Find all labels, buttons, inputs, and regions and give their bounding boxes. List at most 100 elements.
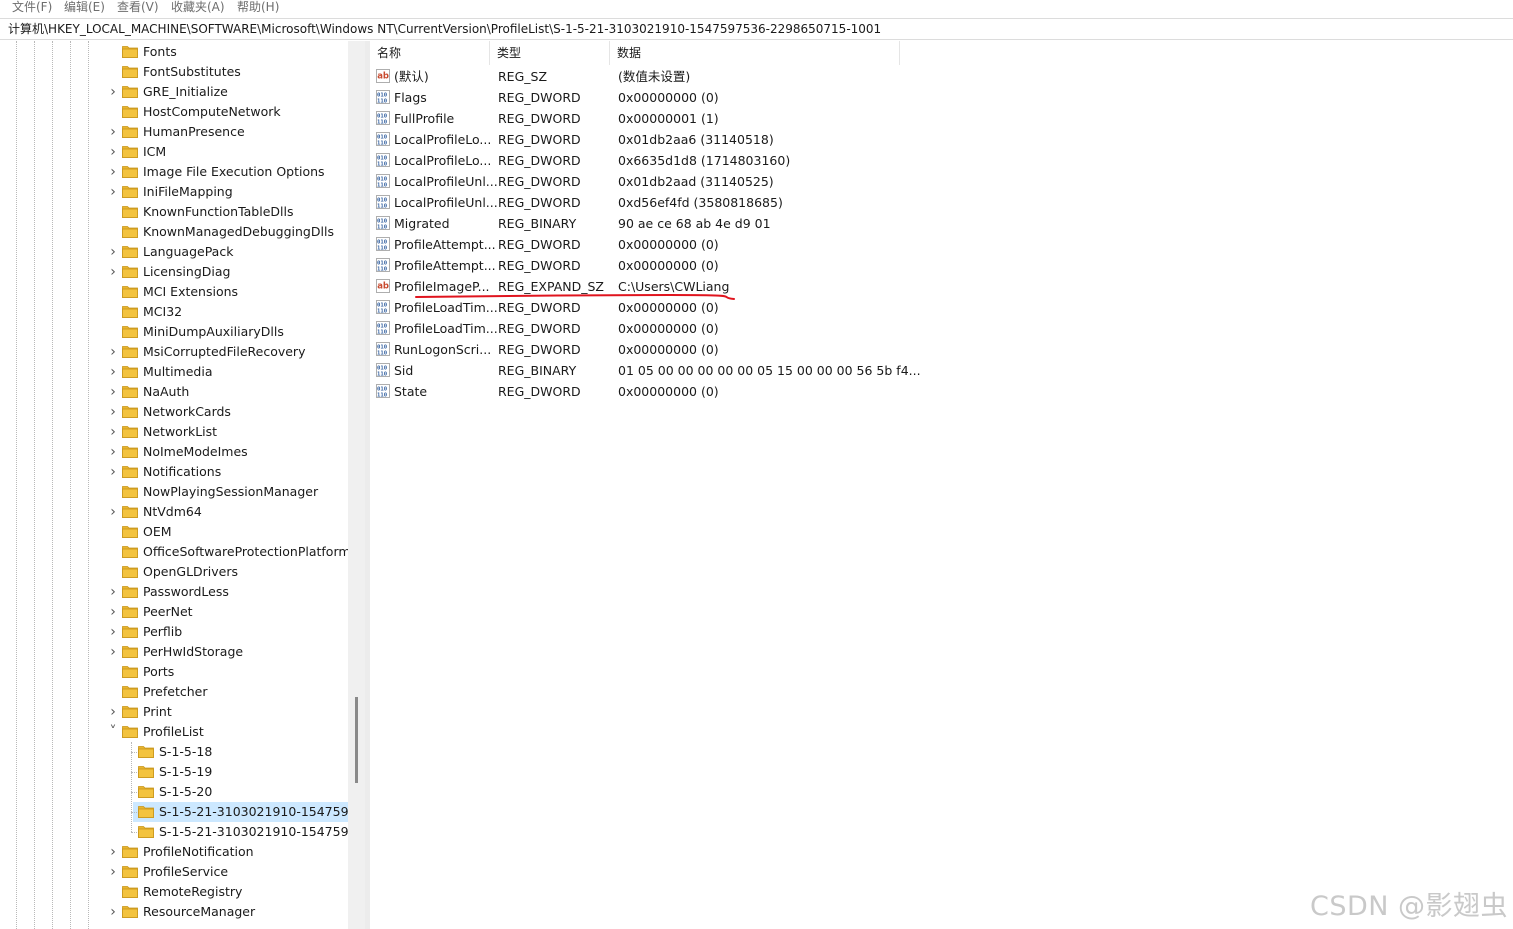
expand-chevron-icon[interactable]: › [107, 842, 119, 862]
tree-item[interactable]: MCI Extensions [5, 282, 349, 302]
tree-item[interactable]: Ports [5, 662, 349, 682]
address-bar[interactable]: 计算机\HKEY_LOCAL_MACHINE\SOFTWARE\Microsof… [0, 18, 1513, 40]
expand-chevron-icon[interactable]: › [107, 582, 119, 602]
value-row[interactable]: 010 110 ProfileLoadTim... REG_DWORD 0x000000… [370, 297, 970, 318]
tree-item[interactable]: ˅ ProfileList [5, 722, 349, 742]
tree-item[interactable]: S-1-5-18 [5, 742, 349, 762]
value-row[interactable]: 010 110 Sid REG_BINARY 01 05 00 00 00 00 00 … [370, 360, 970, 381]
tree-item[interactable]: › Image File Execution Options [5, 162, 349, 182]
tree-item[interactable]: FontSubstitutes [5, 62, 349, 82]
tree-item[interactable]: › Notifications [5, 462, 349, 482]
expand-chevron-icon[interactable]: › [107, 862, 119, 882]
value-row[interactable]: 010 110 Flags REG_DWORD 0x00000000 (0) [370, 87, 970, 108]
expand-chevron-icon[interactable]: › [107, 502, 119, 522]
tree-item[interactable]: MCI32 [5, 302, 349, 322]
expand-chevron-icon[interactable]: › [107, 342, 119, 362]
tree-item[interactable]: › ProfileNotification [5, 842, 349, 862]
expand-chevron-icon[interactable]: › [107, 162, 119, 182]
expand-chevron-icon[interactable]: › [107, 142, 119, 162]
tree-item[interactable]: OEM [5, 522, 349, 542]
value-row[interactable]: ab ProfileImageP... REG_EXPAND_SZ C:\Users\… [370, 276, 970, 297]
tree-item[interactable]: S-1-5-21-3103021910-15475975: [131, 802, 365, 822]
value-name: State [394, 384, 428, 399]
tree-item[interactable]: › ICM [5, 142, 349, 162]
value-list[interactable]: 名称 类型 数据 ab (默认) REG_SZ (数值未设置) 010 110 Flags R… [370, 41, 1513, 929]
expand-chevron-icon[interactable]: › [107, 902, 119, 922]
menu-edit[interactable]: 编辑(E) [64, 0, 105, 15]
tree-item[interactable]: › Perflib [5, 622, 349, 642]
tree-item[interactable]: NowPlayingSessionManager [5, 482, 349, 502]
value-row[interactable]: 010 110 LocalProfileLo... REG_DWORD 0x01db2a… [370, 129, 970, 150]
tree-item[interactable]: › Print [5, 702, 349, 722]
expand-chevron-icon[interactable]: › [107, 182, 119, 202]
value-row[interactable]: ab (默认) REG_SZ (数值未设置) [370, 66, 970, 87]
value-row[interactable]: 010 110 LocalProfileUnl... REG_DWORD 0xd56ef… [370, 192, 970, 213]
tree-item[interactable]: MiniDumpAuxiliaryDlls [5, 322, 349, 342]
expand-chevron-icon[interactable]: › [107, 382, 119, 402]
tree-item[interactable]: HostComputeNetwork [5, 102, 349, 122]
value-data: 0x6635d1d8 (1714803160) [618, 153, 791, 168]
expand-chevron-icon[interactable]: › [107, 362, 119, 382]
expand-chevron-icon[interactable]: › [107, 242, 119, 262]
column-header-data[interactable]: 数据 [610, 41, 900, 65]
value-row[interactable]: 010 110 State REG_DWORD 0x00000000 (0) [370, 381, 970, 402]
expand-chevron-icon[interactable]: › [107, 122, 119, 142]
expand-chevron-icon[interactable]: › [107, 442, 119, 462]
expand-chevron-icon[interactable]: › [107, 642, 119, 662]
tree-item[interactable]: › PerHwIdStorage [5, 642, 349, 662]
tree-item[interactable]: › NtVdm64 [5, 502, 349, 522]
tree-item[interactable]: › NoImeModeImes [5, 442, 349, 462]
tree-item[interactable]: › ResourceManager [5, 902, 349, 922]
column-header-name[interactable]: 名称 [370, 41, 490, 65]
tree-item-label: KnownManagedDebuggingDlls [143, 224, 334, 239]
tree-item[interactable]: › MsiCorruptedFileRecovery [5, 342, 349, 362]
value-row[interactable]: 010 110 Migrated REG_BINARY 90 ae ce 68 ab 4… [370, 213, 970, 234]
menu-file[interactable]: 文件(F) [12, 0, 52, 15]
expand-chevron-icon[interactable]: › [107, 702, 119, 722]
tree-scrollbar[interactable] [348, 41, 365, 929]
tree-item[interactable]: › IniFileMapping [5, 182, 349, 202]
value-row[interactable]: 010 110 ProfileAttempt... REG_DWORD 0x000000… [370, 255, 970, 276]
expand-chevron-icon[interactable]: › [107, 262, 119, 282]
tree-item[interactable]: › NaAuth [5, 382, 349, 402]
tree-item[interactable]: › GRE_Initialize [5, 82, 349, 102]
tree-item[interactable]: › LicensingDiag [5, 262, 349, 282]
column-header-type[interactable]: 类型 [490, 41, 610, 65]
tree-item[interactable]: › PasswordLess [5, 582, 349, 602]
tree-item[interactable]: S-1-5-20 [5, 782, 349, 802]
value-row[interactable]: 010 110 RunLogonScri... REG_DWORD 0x00000000… [370, 339, 970, 360]
expand-chevron-icon[interactable]: › [107, 82, 119, 102]
tree-item[interactable]: › NetworkCards [5, 402, 349, 422]
tree-item[interactable]: OpenGLDrivers [5, 562, 349, 582]
tree-item[interactable]: RemoteRegistry [5, 882, 349, 902]
expand-chevron-icon[interactable]: › [107, 622, 119, 642]
tree-item[interactable]: S-1-5-21-3103021910-15475975: [5, 822, 365, 842]
tree-item[interactable]: OfficeSoftwareProtectionPlatform [5, 542, 351, 562]
tree-item[interactable]: Fonts [5, 42, 349, 62]
tree-item[interactable]: KnownFunctionTableDlls [5, 202, 349, 222]
registry-tree[interactable]: Fonts FontSubstitutes › GRE_Initialize HostC… [5, 41, 365, 929]
tree-scrollbar-thumb[interactable] [355, 697, 358, 783]
tree-item[interactable]: S-1-5-19 [5, 762, 349, 782]
value-row[interactable]: 010 110 ProfileAttempt... REG_DWORD 0x000000… [370, 234, 970, 255]
menu-help[interactable]: 帮助(H) [237, 0, 279, 15]
collapse-chevron-icon[interactable]: ˅ [107, 722, 119, 742]
tree-item[interactable]: › PeerNet [5, 602, 349, 622]
tree-item[interactable]: › LanguagePack [5, 242, 349, 262]
expand-chevron-icon[interactable]: › [107, 402, 119, 422]
value-row[interactable]: 010 110 LocalProfileLo... REG_DWORD 0x6635d1… [370, 150, 970, 171]
value-row[interactable]: 010 110 ProfileLoadTim... REG_DWORD 0x000000… [370, 318, 970, 339]
value-row[interactable]: 010 110 FullProfile REG_DWORD 0x00000001 (1) [370, 108, 970, 129]
value-row[interactable]: 010 110 LocalProfileUnl... REG_DWORD 0x01db2… [370, 171, 970, 192]
menu-view[interactable]: 查看(V) [117, 0, 159, 15]
expand-chevron-icon[interactable]: › [107, 462, 119, 482]
tree-item[interactable]: › ProfileService [5, 862, 349, 882]
menu-favorites[interactable]: 收藏夹(A) [171, 0, 225, 15]
tree-item[interactable]: › HumanPresence [5, 122, 349, 142]
expand-chevron-icon[interactable]: › [107, 602, 119, 622]
tree-item[interactable]: Prefetcher [5, 682, 349, 702]
tree-item[interactable]: › NetworkList [5, 422, 349, 442]
expand-chevron-icon[interactable]: › [107, 422, 119, 442]
tree-item[interactable]: › Multimedia [5, 362, 349, 382]
tree-item[interactable]: KnownManagedDebuggingDlls [5, 222, 349, 242]
